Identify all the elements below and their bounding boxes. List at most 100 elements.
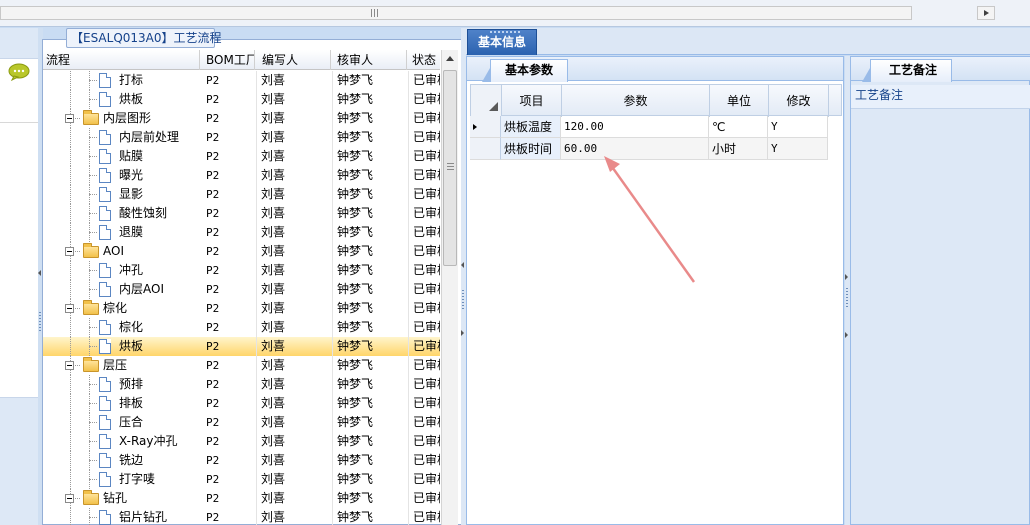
scroll-right-arrow-icon[interactable] [977, 6, 995, 20]
process-tree-grid[interactable]: 打标P2刘喜钟梦飞已审核烘板P2刘喜钟梦飞已审核内层图形P2刘喜钟梦飞已审核内层… [43, 71, 440, 525]
tree-node-label: 预排 [119, 377, 144, 391]
col-header-process[interactable]: 流程 [43, 50, 200, 70]
horizontal-scrollbar[interactable] [0, 6, 912, 20]
document-icon [99, 453, 111, 468]
cell-bom-plant: P2 [203, 470, 257, 489]
cell-author: 刘喜 [257, 318, 333, 337]
cell-reviewer: 钟梦飞 [333, 356, 409, 375]
tree-folder-row[interactable]: 棕化 P2刘喜钟梦飞已审核 [43, 299, 440, 318]
tree-row[interactable]: 退膜 P2刘喜钟梦飞已审核 [43, 223, 440, 242]
tree-row[interactable]: 打标 P2刘喜钟梦飞已审核 [43, 71, 440, 90]
scrollbar-thumb[interactable] [443, 70, 457, 266]
col-header-author[interactable]: 编写人 [257, 50, 331, 70]
tree-vertical-scrollbar[interactable] [441, 50, 458, 525]
col-header-status[interactable]: 状态 [409, 50, 442, 70]
cell-bom-plant: P2 [203, 204, 257, 223]
collapse-arrow-icon[interactable] [38, 270, 41, 276]
tree-row[interactable]: 内层前处理 P2刘喜钟梦飞已审核 [43, 128, 440, 147]
collapse-minus-icon[interactable] [65, 361, 74, 370]
collapse-right-arrow-icon[interactable] [461, 330, 464, 336]
collapse-arrow-icon[interactable] [845, 274, 848, 280]
cell-modify[interactable]: Y [768, 116, 828, 138]
col-header-modify[interactable]: 修改 [769, 85, 829, 117]
cell-status: 已审核 [409, 337, 440, 356]
cell-reviewer: 钟梦飞 [333, 71, 409, 90]
col-header-unit[interactable]: 单位 [710, 85, 769, 117]
top-toolbar-strip [0, 0, 1030, 27]
cell-unit[interactable]: 小时 [709, 138, 768, 160]
tree-row[interactable]: 棕化 P2刘喜钟梦飞已审核 [43, 318, 440, 337]
cell-author: 刘喜 [257, 223, 333, 242]
tree-row[interactable]: 烘板 P2刘喜钟梦飞已审核 [43, 90, 440, 109]
outer-tab-bar [466, 28, 1030, 55]
tree-row[interactable]: X-Ray冲孔 P2刘喜钟梦飞已审核 [43, 432, 440, 451]
splitter-grip-icon[interactable] [846, 288, 848, 308]
tree-row[interactable]: 冲孔 P2刘喜钟梦飞已审核 [43, 261, 440, 280]
tree-node-label: 打字唛 [119, 472, 156, 486]
cell-bom-plant: P2 [203, 242, 257, 261]
cell-reviewer: 钟梦飞 [333, 223, 409, 242]
scrollbar-grip-icon[interactable] [371, 9, 380, 17]
col-header-item[interactable]: 项目 [502, 85, 562, 117]
tab-basic-info[interactable]: 基本信息 [467, 29, 537, 55]
collapse-minus-icon[interactable] [65, 304, 74, 313]
collapse-arrow-icon[interactable] [845, 332, 848, 338]
splitter-grip-icon[interactable] [462, 290, 464, 310]
tree-folder-row[interactable]: 内层图形 P2刘喜钟梦飞已审核 [43, 109, 440, 128]
tree-row[interactable]: 铝片钻孔 P2刘喜钟梦飞已审核 [43, 508, 440, 525]
collapse-minus-icon[interactable] [65, 114, 74, 123]
tree-folder-row[interactable]: 层压 P2刘喜钟梦飞已审核 [43, 356, 440, 375]
cell-unit[interactable]: ℃ [709, 116, 768, 138]
cell-bom-plant: P2 [203, 223, 257, 242]
chat-bubble-icon[interactable] [8, 63, 30, 81]
tree-row[interactable]: 压合 P2刘喜钟梦飞已审核 [43, 413, 440, 432]
splitter-grip-icon[interactable] [39, 312, 41, 332]
cell-param[interactable]: 120.00 [561, 116, 709, 138]
cell-author: 刘喜 [257, 128, 333, 147]
tree-row[interactable]: 排板 P2刘喜钟梦飞已审核 [43, 394, 440, 413]
tree-row[interactable]: 内层AOI P2刘喜钟梦飞已审核 [43, 280, 440, 299]
tree-row[interactable]: 铣边 P2刘喜钟梦飞已审核 [43, 451, 440, 470]
tree-row[interactable]: 酸性蚀刻 P2刘喜钟梦飞已审核 [43, 204, 440, 223]
col-header-param[interactable]: 参数 [562, 85, 710, 117]
param-row[interactable]: 烘板温度 120.00 ℃ Y [470, 116, 842, 138]
tree-row[interactable]: 曝光 P2刘喜钟梦飞已审核 [43, 166, 440, 185]
cell-item[interactable]: 烘板时间 [501, 138, 561, 160]
col-header-bom-plant[interactable]: BOM工厂 [203, 50, 255, 70]
cell-status: 已审核 [409, 413, 440, 432]
tree-row[interactable]: 烘板 P2刘喜钟梦飞已审核 [43, 337, 440, 356]
folder-icon [83, 300, 99, 315]
cell-status: 已审核 [409, 242, 440, 261]
tree-node-label: 钻孔 [103, 491, 128, 505]
document-icon [99, 263, 111, 278]
tree-node-label: 退膜 [119, 225, 144, 239]
cell-modify[interactable]: Y [768, 138, 828, 160]
cell-item[interactable]: 烘板温度 [501, 116, 561, 138]
tab-craft-remarks[interactable]: 工艺备注 [862, 59, 952, 82]
cell-status: 已审核 [409, 318, 440, 337]
folder-icon [83, 357, 99, 372]
cell-bom-plant: P2 [203, 280, 257, 299]
collapse-minus-icon[interactable] [65, 247, 74, 256]
cell-author: 刘喜 [257, 356, 333, 375]
tree-folder-row[interactable]: AOI P2刘喜钟梦飞已审核 [43, 242, 440, 261]
row-selector-header[interactable] [471, 85, 502, 117]
tree-row[interactable]: 预排 P2刘喜钟梦飞已审核 [43, 375, 440, 394]
tree-grid-header: 流程 BOM工厂 编写人 核审人 状态 [43, 50, 440, 70]
cell-author: 刘喜 [257, 451, 333, 470]
cell-bom-plant: P2 [203, 128, 257, 147]
tab-basic-params[interactable]: 基本参数 [482, 59, 568, 82]
col-header-reviewer[interactable]: 核审人 [333, 50, 407, 70]
scroll-up-arrow-icon[interactable] [446, 56, 454, 61]
tree-row[interactable]: 显影 P2刘喜钟梦飞已审核 [43, 185, 440, 204]
cell-status: 已审核 [409, 432, 440, 451]
tree-row[interactable]: 贴膜 P2刘喜钟梦飞已审核 [43, 147, 440, 166]
collapse-minus-icon[interactable] [65, 494, 74, 503]
tree-node-label: 内层图形 [103, 111, 152, 125]
row-selector[interactable] [470, 138, 501, 160]
current-row-indicator-icon[interactable] [470, 116, 501, 138]
collapse-left-arrow-icon[interactable] [461, 262, 464, 268]
cell-status: 已审核 [409, 280, 440, 299]
tree-row[interactable]: 打字唛 P2刘喜钟梦飞已审核 [43, 470, 440, 489]
tree-folder-row[interactable]: 钻孔 P2刘喜钟梦飞已审核 [43, 489, 440, 508]
